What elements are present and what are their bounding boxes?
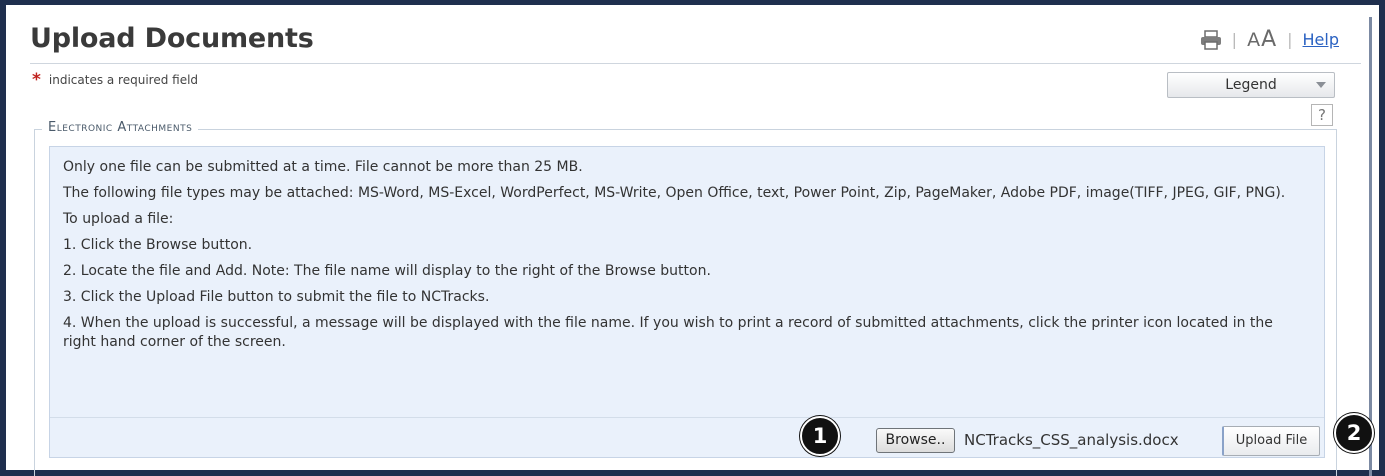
section-legend: Electronic Attachments <box>42 120 199 135</box>
required-field-note: * indicates a required field <box>32 70 199 90</box>
instructions-text: Only one file can be submitted at a time… <box>63 158 1308 359</box>
tool-separator: | <box>1287 30 1293 49</box>
required-asterisk-icon: * <box>32 70 41 90</box>
browse-button[interactable]: Browse.. <box>876 428 955 453</box>
legend-dropdown[interactable]: Legend <box>1167 72 1335 98</box>
font-large-label: A <box>1261 27 1278 52</box>
page-title: Upload Documents <box>30 23 314 54</box>
instruction-line: 1. Click the Browse button. <box>63 237 253 253</box>
required-note-text: indicates a required field <box>48 73 199 87</box>
section-help-button[interactable]: ? <box>1311 104 1333 126</box>
selected-file-name: NCTracks_CSS_analysis.docx <box>964 431 1179 449</box>
upload-row: Browse.. NCTracks_CSS_analysis.docx Uplo… <box>50 417 1324 460</box>
step-2-callout: 2 <box>1334 413 1374 453</box>
upload-file-button[interactable]: Upload File <box>1222 426 1320 456</box>
title-divider <box>30 63 1361 64</box>
help-link[interactable]: Help <box>1303 30 1339 49</box>
instruction-line: The following file types may be attached… <box>63 185 1286 201</box>
printer-icon[interactable] <box>1200 29 1222 50</box>
step-1-callout: 1 <box>800 416 840 456</box>
legend-dropdown-label: Legend <box>1225 77 1277 93</box>
chevron-down-icon <box>1316 82 1326 88</box>
instruction-line: Only one file can be submitted at a time… <box>63 159 583 175</box>
font-size-icon[interactable]: AA <box>1247 27 1277 52</box>
tool-separator: | <box>1231 30 1238 49</box>
page-content: Upload Documents | AA | Help * indicates… <box>6 5 1379 476</box>
instruction-line: 3. Click the Upload File button to submi… <box>63 289 490 305</box>
instructions-panel: Only one file can be submitted at a time… <box>49 146 1325 458</box>
instruction-line: 2. Locate the file and Add. Note: The fi… <box>63 263 711 279</box>
font-small-label: A <box>1247 29 1262 51</box>
instruction-line: To upload a file: <box>63 211 174 227</box>
instruction-line: 4. When the upload is successful, a mess… <box>63 315 1273 350</box>
page-tools: | AA | Help <box>1200 27 1339 52</box>
